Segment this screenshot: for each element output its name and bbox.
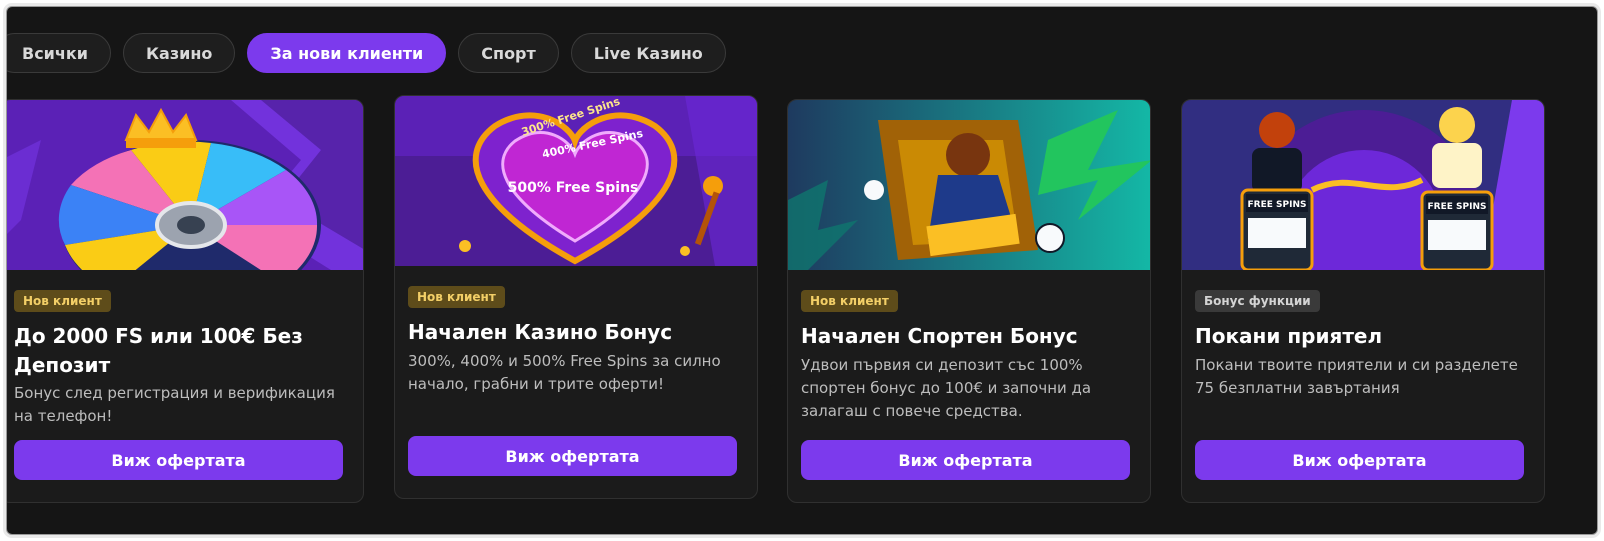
sport-bonus-image: [788, 100, 1150, 270]
status-badge: Нов клиент: [408, 286, 505, 308]
card-description: 300%, 400% и 500% Free Spins за силно на…: [408, 352, 721, 393]
card-title: Начален Казино Бонус: [408, 320, 673, 344]
view-offer-button[interactable]: Виж офертата: [14, 440, 343, 480]
status-badge: Нов клиент: [801, 290, 898, 312]
tab-live-casino[interactable]: Live Казино: [570, 33, 726, 73]
filter-tabs: Всички Казино За нови клиенти Спорт Live…: [7, 33, 726, 77]
promo-card: Нов клиент До 2000 FS или 100€ Без Депоз…: [7, 99, 364, 503]
card-title: Покани приятел: [1195, 324, 1383, 348]
card-title: Начален Спортен Бонус: [801, 324, 1078, 348]
wheel-of-fortune-image: [7, 100, 363, 270]
card-description: Покани твоите приятели и си разделете 75…: [1195, 356, 1518, 397]
card-title: До 2000 FS или 100€ Без Депозит: [14, 324, 303, 377]
free-spins-sign: FREE SPINS: [1428, 202, 1487, 212]
tab-casino[interactable]: Казино: [122, 33, 236, 73]
promo-card: FREE SPINS FREE SPINS Бонус функции Пока…: [1181, 99, 1545, 503]
free-spins-sign: FREE SPINS: [1248, 200, 1307, 210]
free-spins-heart-image: 300% Free Spins 400% Free Spins 500% Fre…: [395, 96, 757, 266]
tab-new-clients[interactable]: За нови клиенти: [247, 33, 447, 73]
tab-sport[interactable]: Спорт: [458, 33, 559, 73]
view-offer-button[interactable]: Виж офертата: [801, 440, 1130, 480]
view-offer-button[interactable]: Виж офертата: [408, 436, 737, 476]
invite-friend-image: FREE SPINS FREE SPINS: [1182, 100, 1544, 270]
free-spins-500-label: 500% Free Spins: [508, 180, 639, 196]
promotions-panel: Всички Казино За нови клиенти Спорт Live…: [6, 6, 1598, 535]
card-description: Удвои първия си депозит със 100% спортен…: [801, 356, 1092, 420]
tab-all[interactable]: Всички: [7, 33, 111, 73]
promo-card: 300% Free Spins 400% Free Spins 500% Fre…: [394, 95, 758, 499]
view-offer-button[interactable]: Виж офертата: [1195, 440, 1524, 480]
status-badge: Нов клиент: [14, 290, 111, 312]
promo-card: Нов клиент Начален Спортен Бонус Удвои п…: [787, 99, 1151, 503]
status-badge: Бонус функции: [1195, 290, 1320, 312]
card-description: Бонус след регистрация и верификация на …: [14, 384, 335, 425]
